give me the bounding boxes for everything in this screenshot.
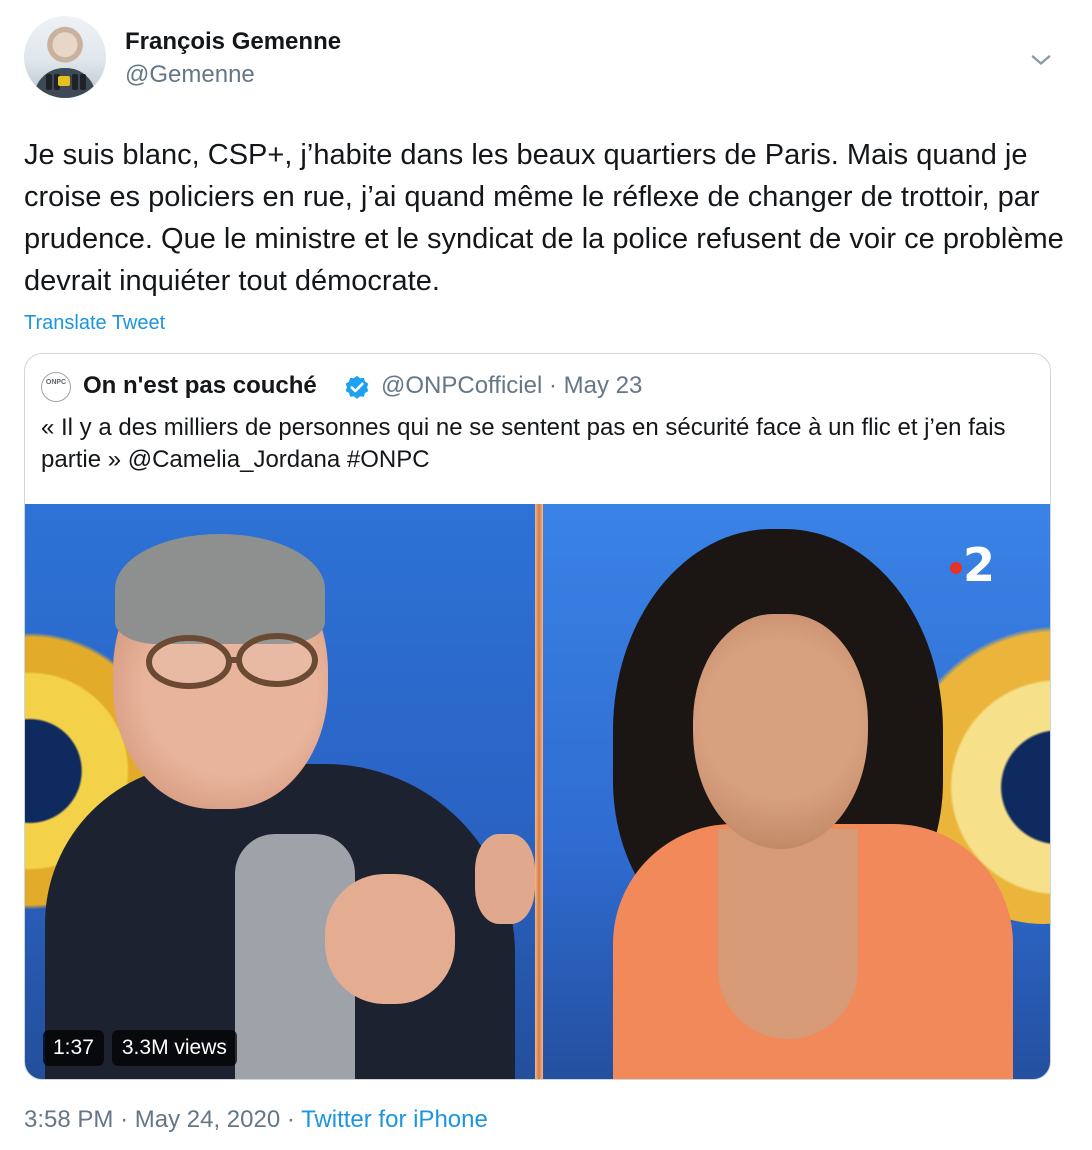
- guest-hand: [325, 874, 455, 1004]
- video-info-badge: 1:37 3.3M views: [43, 1030, 237, 1066]
- quoted-meta: @ONPCofficiel · May 23: [381, 372, 642, 400]
- guest-hair: [115, 534, 325, 644]
- quoted-handle: @ONPCofficiel: [381, 372, 543, 399]
- quoted-text: « Il y a des milliers de personnes qui n…: [41, 414, 1006, 473]
- tweet-time[interactable]: 3:58 PM: [24, 1106, 113, 1133]
- video-duration: 1:37: [43, 1030, 104, 1066]
- channel-logo-dot: [950, 562, 962, 574]
- tweet-source-link[interactable]: Twitter for iPhone: [301, 1106, 488, 1133]
- meta-separator: ·: [548, 372, 557, 399]
- quoted-avatar: ONPC: [41, 372, 71, 402]
- author-name[interactable]: François Gemenne: [125, 28, 341, 56]
- channel-logo: 2: [963, 538, 996, 592]
- tweet-footer: 3:58 PM · May 24, 2020 · Twitter for iPh…: [24, 1106, 488, 1134]
- avatar-mic: [46, 74, 52, 90]
- footer-separator: ·: [286, 1106, 295, 1133]
- guest-neckline: [718, 829, 858, 1039]
- video-frame-left: [25, 504, 535, 1079]
- tweet-date[interactable]: May 24, 2020: [135, 1106, 280, 1133]
- chevron-down-icon[interactable]: [1027, 46, 1055, 74]
- quoted-author-name: On n'est pas couché: [83, 372, 317, 399]
- glasses-icon: [146, 633, 318, 689]
- verified-badge-icon: [345, 375, 369, 399]
- guest-face: [693, 614, 868, 849]
- avatar-badge: [58, 76, 70, 86]
- author-avatar[interactable]: [24, 16, 106, 98]
- tweet-text: Je suis blanc, CSP+, j’habite dans les b…: [24, 139, 1064, 297]
- video-frame-right: 2: [543, 504, 1050, 1079]
- video-player[interactable]: 2 1:37 3.3M views: [25, 504, 1050, 1079]
- split-divider: [535, 504, 543, 1079]
- guest-hand: [475, 834, 535, 924]
- quoted-tweet-card[interactable]: ONPC On n'est pas couché @ONPCofficiel ·…: [24, 353, 1051, 1080]
- translate-tweet-link[interactable]: Translate Tweet: [24, 312, 165, 335]
- avatar-mic: [72, 74, 78, 90]
- avatar-mic: [80, 74, 86, 90]
- quoted-date: May 23: [563, 372, 643, 399]
- author-handle[interactable]: @Gemenne: [125, 61, 255, 89]
- footer-separator: ·: [120, 1106, 129, 1133]
- video-views: 3.3M views: [111, 1030, 237, 1066]
